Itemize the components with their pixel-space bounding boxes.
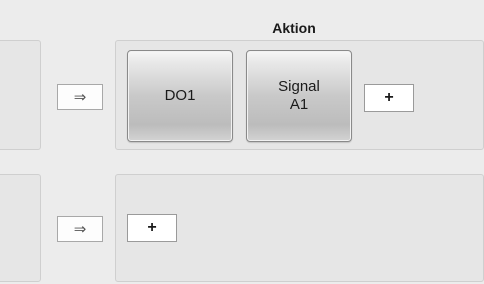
add-action-button-row-2[interactable]: + xyxy=(127,214,177,242)
arrow-button-row-2[interactable]: ⇒ xyxy=(57,216,103,242)
action-tile-label-line1: Signal xyxy=(278,78,320,95)
action-tile-do1[interactable]: DO1 xyxy=(127,50,233,142)
action-tile-signal-a1[interactable]: Signal A1 xyxy=(246,50,352,142)
add-action-button-row-1[interactable]: + xyxy=(364,84,414,112)
arrow-right-icon: ⇒ xyxy=(73,89,87,106)
action-tile-label-line2: A1 xyxy=(289,96,309,113)
condition-panel-row-1[interactable] xyxy=(0,40,41,150)
arrow-right-icon: ⇒ xyxy=(73,221,87,238)
action-tile-label: DO1 xyxy=(164,87,196,104)
column-header-aktion: Aktion xyxy=(272,20,316,36)
arrow-button-row-1[interactable]: ⇒ xyxy=(57,84,103,110)
condition-panel-row-2[interactable] xyxy=(0,174,41,282)
